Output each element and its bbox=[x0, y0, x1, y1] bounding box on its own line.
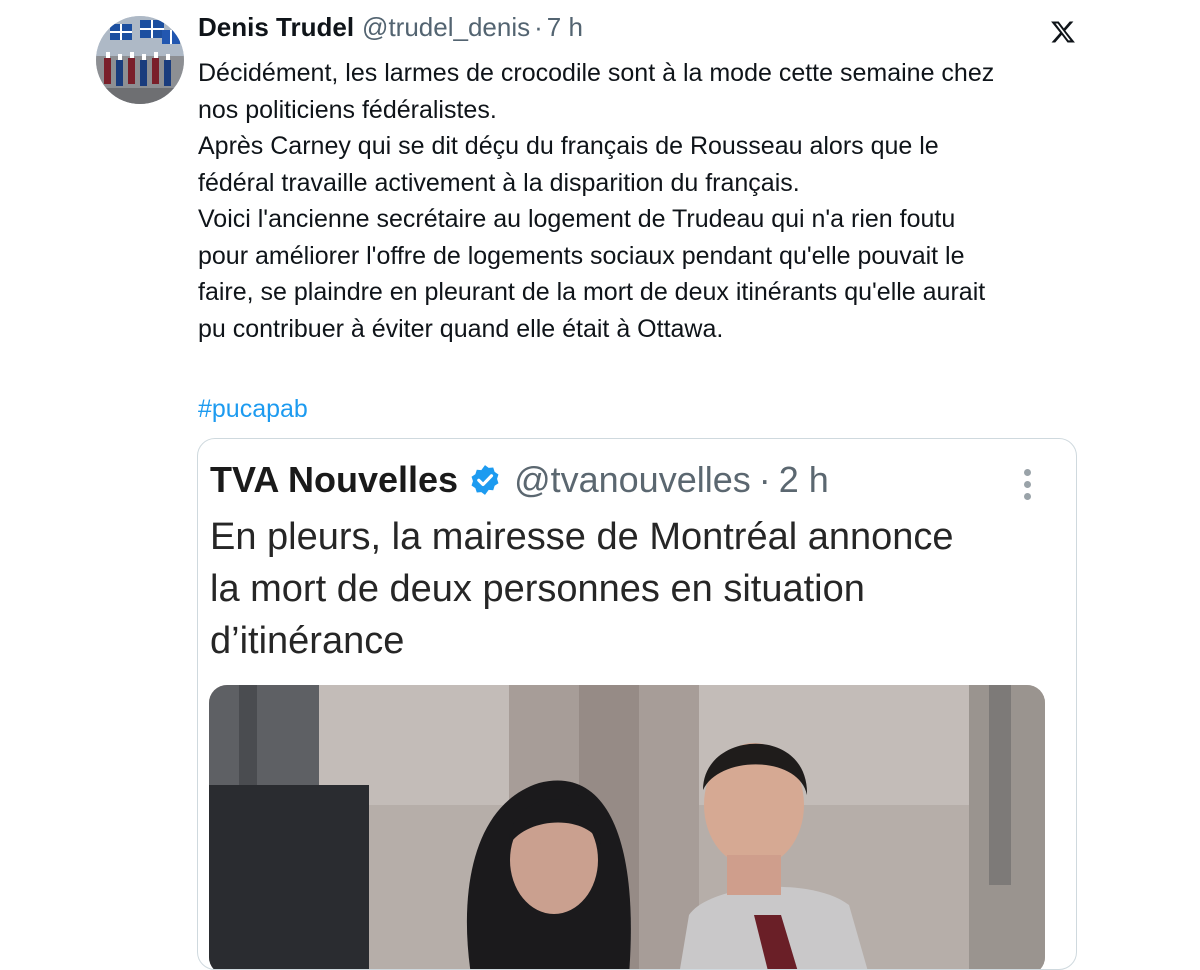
hashtag-link[interactable]: #pucapab bbox=[198, 391, 308, 427]
quoted-tweet-card[interactable]: TVA Nouvelles @tvanouvelles · 2 h En ple… bbox=[197, 438, 1077, 970]
quoted-display-name[interactable]: TVA Nouvelles bbox=[210, 459, 458, 501]
tweet-text-line: faire, se plaindre en pleurant de la mor… bbox=[198, 278, 986, 306]
quoted-tweet-header: TVA Nouvelles @tvanouvelles · 2 h bbox=[210, 459, 829, 501]
quoted-timestamp[interactable]: 2 h bbox=[779, 459, 829, 501]
tweet-text-line: pu contribuer à éviter quand elle était … bbox=[198, 314, 724, 343]
tweet-timestamp[interactable]: 7 h bbox=[547, 12, 583, 43]
tweet-text-line: nos politiciens fédéralistes. bbox=[198, 95, 497, 124]
author-avatar[interactable] bbox=[96, 16, 184, 104]
quoted-headline: En pleurs, la mairesse de Montréal annon… bbox=[210, 511, 1030, 667]
verified-badge-icon bbox=[468, 463, 502, 497]
tweet-text-line: Voici l'ancienne secrétaire au logement … bbox=[198, 205, 956, 233]
author-display-name[interactable]: Denis Trudel bbox=[198, 12, 354, 43]
tweet-header: Denis Trudel @trudel_denis · 7 h bbox=[198, 12, 583, 52]
header-separator: · bbox=[534, 12, 543, 42]
x-logo-icon[interactable] bbox=[1050, 19, 1076, 45]
more-vertical-icon[interactable] bbox=[1022, 469, 1032, 503]
tweet-card: Denis Trudel @trudel_denis · 7 h Décidém… bbox=[0, 0, 1200, 970]
tweet-text-line: Après Carney qui se dit déçu du français… bbox=[198, 132, 939, 160]
tweet-text-line: pour améliorer l'offre de logements soci… bbox=[198, 241, 965, 270]
author-handle[interactable]: @trudel_denis bbox=[362, 12, 530, 43]
tweet-text: Décidément, les larmes de crocodile sont… bbox=[198, 55, 1078, 347]
quoted-headline-line: En pleurs, la mairesse de Montréal annon… bbox=[210, 516, 954, 558]
quoted-headline-line: d’itinérance bbox=[210, 620, 405, 662]
quoted-headline-line: la mort de deux personnes en situation bbox=[210, 568, 865, 610]
tweet-text-line: fédéral travaille activement à la dispar… bbox=[198, 168, 800, 197]
quoted-handle[interactable]: @tvanouvelles bbox=[514, 459, 751, 501]
quoted-news-photo[interactable] bbox=[209, 685, 1045, 969]
avatar-image bbox=[96, 16, 184, 104]
quoted-header-separator: · bbox=[758, 459, 771, 500]
tweet-text-line: Décidément, les larmes de crocodile sont… bbox=[198, 59, 995, 87]
